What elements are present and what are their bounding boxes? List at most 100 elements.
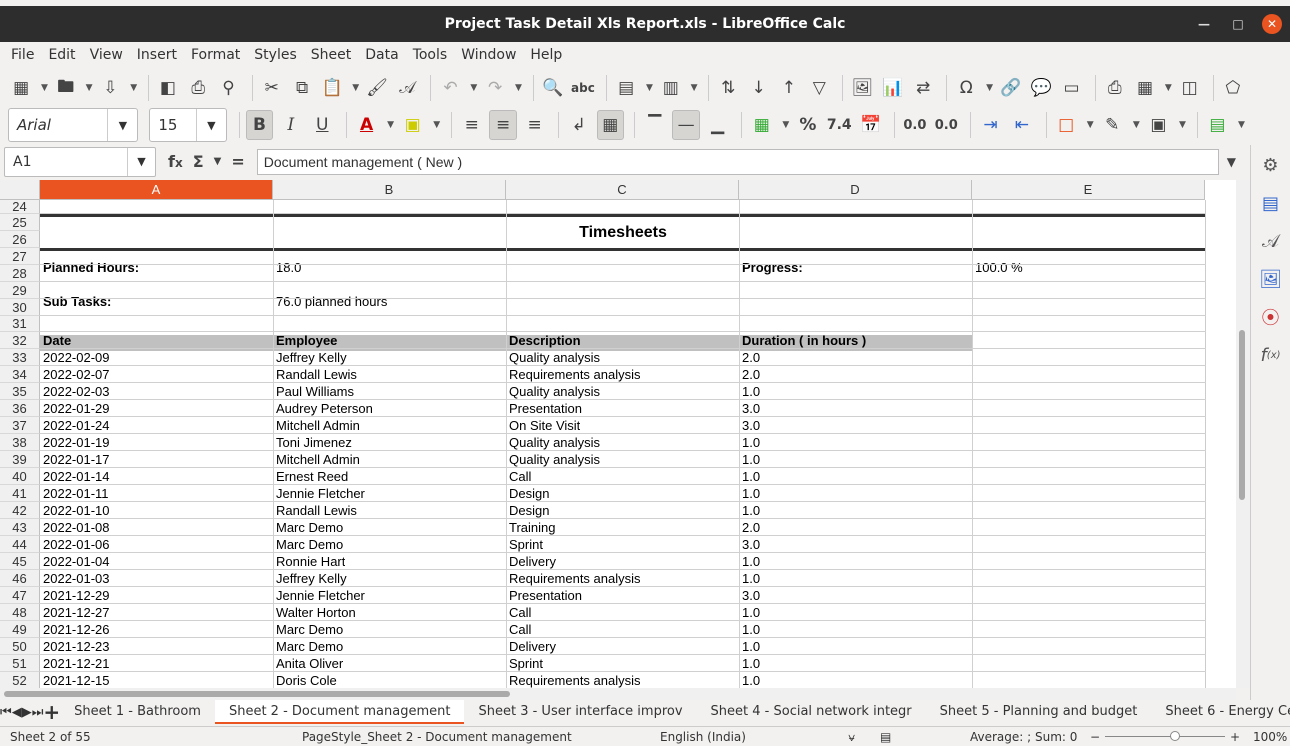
menu-help[interactable]: Help — [523, 47, 569, 63]
column-icon[interactable]: ▥ — [658, 73, 684, 103]
table-cell[interactable]: 2022-01-06 — [40, 536, 110, 553]
chevron-down-icon[interactable]: ▼ — [214, 156, 222, 167]
table-cell[interactable]: 3.0 — [739, 417, 760, 434]
wrap-text-icon[interactable]: ↲ — [565, 110, 592, 140]
gallery-icon[interactable]: 🖼 — [1257, 265, 1285, 293]
row-header-48[interactable]: 48 — [0, 604, 40, 621]
sheet-tab[interactable]: Sheet 3 - User interface improv — [464, 700, 696, 724]
zoom-out-icon[interactable]: − — [1090, 730, 1100, 744]
table-cell[interactable]: 2022-01-03 — [40, 570, 110, 587]
table-cell[interactable]: Doris Cole — [273, 672, 337, 688]
align-center-icon[interactable]: ≡ — [489, 110, 517, 140]
table-cell[interactable]: 2022-01-08 — [40, 519, 110, 536]
font-color-icon[interactable]: A — [353, 110, 380, 140]
formula-icon[interactable]: = — [231, 152, 244, 171]
row-header-41[interactable]: 41 — [0, 485, 40, 502]
table-cell[interactable]: 1.0 — [739, 434, 760, 451]
row-header-49[interactable]: 49 — [0, 621, 40, 638]
menu-insert[interactable]: Insert — [130, 47, 184, 63]
table-cell[interactable]: Requirements analysis — [506, 672, 641, 688]
increase-indent-icon[interactable]: ⇥ — [977, 110, 1004, 140]
insert-chart-icon[interactable]: 📊 — [880, 73, 906, 103]
navigator-icon[interactable]: ⦿ — [1257, 303, 1285, 331]
table-cell[interactable]: 1.0 — [739, 485, 760, 502]
table-cell[interactable]: Ronnie Hart — [273, 553, 345, 570]
menu-tools[interactable]: Tools — [406, 47, 455, 63]
table-cell[interactable]: On Site Visit — [506, 417, 580, 434]
row-header-28[interactable]: 28 — [0, 265, 40, 282]
table-cell[interactable]: 2022-01-10 — [40, 502, 110, 519]
row-header-47[interactable]: 47 — [0, 587, 40, 604]
table-cell[interactable]: 2022-01-17 — [40, 451, 110, 468]
table-cell[interactable]: Marc Demo — [273, 536, 343, 553]
comment-icon[interactable]: 💬 — [1028, 73, 1054, 103]
table-cell[interactable]: Jeffrey Kelly — [273, 570, 347, 587]
table-cell[interactable]: Design — [506, 485, 549, 502]
table-cell[interactable]: 1.0 — [739, 672, 760, 688]
table-cell[interactable]: 2022-01-24 — [40, 417, 110, 434]
sum-icon[interactable]: Σ — [193, 152, 204, 171]
table-cell[interactable]: Randall Lewis — [273, 502, 357, 519]
row-icon[interactable]: ▤ — [613, 73, 639, 103]
table-cell[interactable]: Presentation — [506, 587, 582, 604]
table-cell[interactable]: Quality analysis — [506, 349, 600, 366]
font-name-box[interactable]: Arial ▼ — [8, 108, 139, 142]
vertical-scrollbar[interactable] — [1236, 180, 1250, 688]
print-icon[interactable]: ⎙ — [185, 73, 211, 103]
chevron-down-icon[interactable]: ▼ — [128, 73, 140, 103]
table-cell[interactable]: Requirements analysis — [506, 570, 641, 587]
previous-sheet-icon[interactable]: ◀ — [12, 705, 22, 720]
row-header-27[interactable]: 27 — [0, 248, 40, 265]
special-character-icon[interactable]: Ω — [953, 73, 979, 103]
table-cell[interactable]: 1.0 — [739, 570, 760, 587]
row-header-31[interactable]: 31 — [0, 316, 40, 332]
menu-view[interactable]: View — [83, 47, 130, 63]
chevron-down-icon[interactable]: ▼ — [688, 73, 700, 103]
open-folder-icon[interactable]: 🖿 — [53, 73, 79, 103]
sort-ascending-icon[interactable]: ↓ — [745, 73, 771, 103]
table-cell[interactable]: Call — [506, 604, 531, 621]
save-icon[interactable]: ⇩ — [97, 73, 123, 103]
minimize-icon[interactable]: — — [1194, 14, 1214, 34]
row-header-38[interactable]: 38 — [0, 434, 40, 451]
cut-icon[interactable]: ✂ — [259, 73, 285, 103]
column-header-d[interactable]: D — [739, 180, 972, 200]
table-cell[interactable]: 1.0 — [739, 655, 760, 672]
cell-area[interactable]: Timesheets Planned Hours: 18.0 Progress:… — [40, 200, 1206, 688]
table-cell[interactable]: 2021-12-26 — [40, 621, 110, 638]
chevron-down-icon[interactable]: ▼ — [1176, 110, 1189, 140]
table-cell[interactable]: 1.0 — [739, 604, 760, 621]
undo-icon[interactable]: ↶ — [437, 73, 463, 103]
column-header-a[interactable]: A — [40, 180, 273, 200]
print-preview-icon[interactable]: ⚲ — [215, 73, 241, 103]
table-cell[interactable]: 3.0 — [739, 536, 760, 553]
table-cell[interactable]: 2021-12-27 — [40, 604, 110, 621]
find-replace-icon[interactable]: 🔍 — [539, 73, 565, 103]
table-cell[interactable]: 2022-01-11 — [40, 485, 109, 502]
table-cell[interactable]: 1.0 — [739, 621, 760, 638]
table-cell[interactable]: Quality analysis — [506, 383, 600, 400]
row-header-36[interactable]: 36 — [0, 400, 40, 417]
row-header-45[interactable]: 45 — [0, 553, 40, 570]
sheet-tab[interactable]: Sheet 1 - Bathroom — [60, 700, 215, 724]
zoom-in-icon[interactable]: + — [1230, 730, 1240, 744]
date-format-icon[interactable]: 📅 — [857, 110, 884, 140]
row-header-43[interactable]: 43 — [0, 519, 40, 536]
borders-icon[interactable]: □ — [1052, 110, 1079, 140]
table-cell[interactable]: Sprint — [506, 655, 543, 672]
sheet-tab[interactable]: Sheet 4 - Social network integr — [697, 700, 926, 724]
add-decimal-icon[interactable]: 0.0 — [901, 110, 928, 140]
expand-formula-icon[interactable]: ▼ — [1227, 155, 1236, 169]
next-sheet-icon[interactable]: ▶ — [22, 705, 32, 720]
chevron-down-icon[interactable]: ▼ — [1084, 110, 1097, 140]
row-header-32[interactable]: 32 — [0, 332, 40, 349]
row-header-42[interactable]: 42 — [0, 502, 40, 519]
row-header-29[interactable]: 29 — [0, 282, 40, 299]
menu-sheet[interactable]: Sheet — [304, 47, 358, 63]
column-header-b[interactable]: B — [273, 180, 506, 200]
row-header-24[interactable]: 24 — [0, 200, 40, 214]
sort-descending-icon[interactable]: ↑ — [776, 73, 802, 103]
redo-icon[interactable]: ↷ — [482, 73, 508, 103]
table-cell[interactable]: Delivery — [506, 638, 556, 655]
table-cell[interactable]: Marc Demo — [273, 638, 343, 655]
